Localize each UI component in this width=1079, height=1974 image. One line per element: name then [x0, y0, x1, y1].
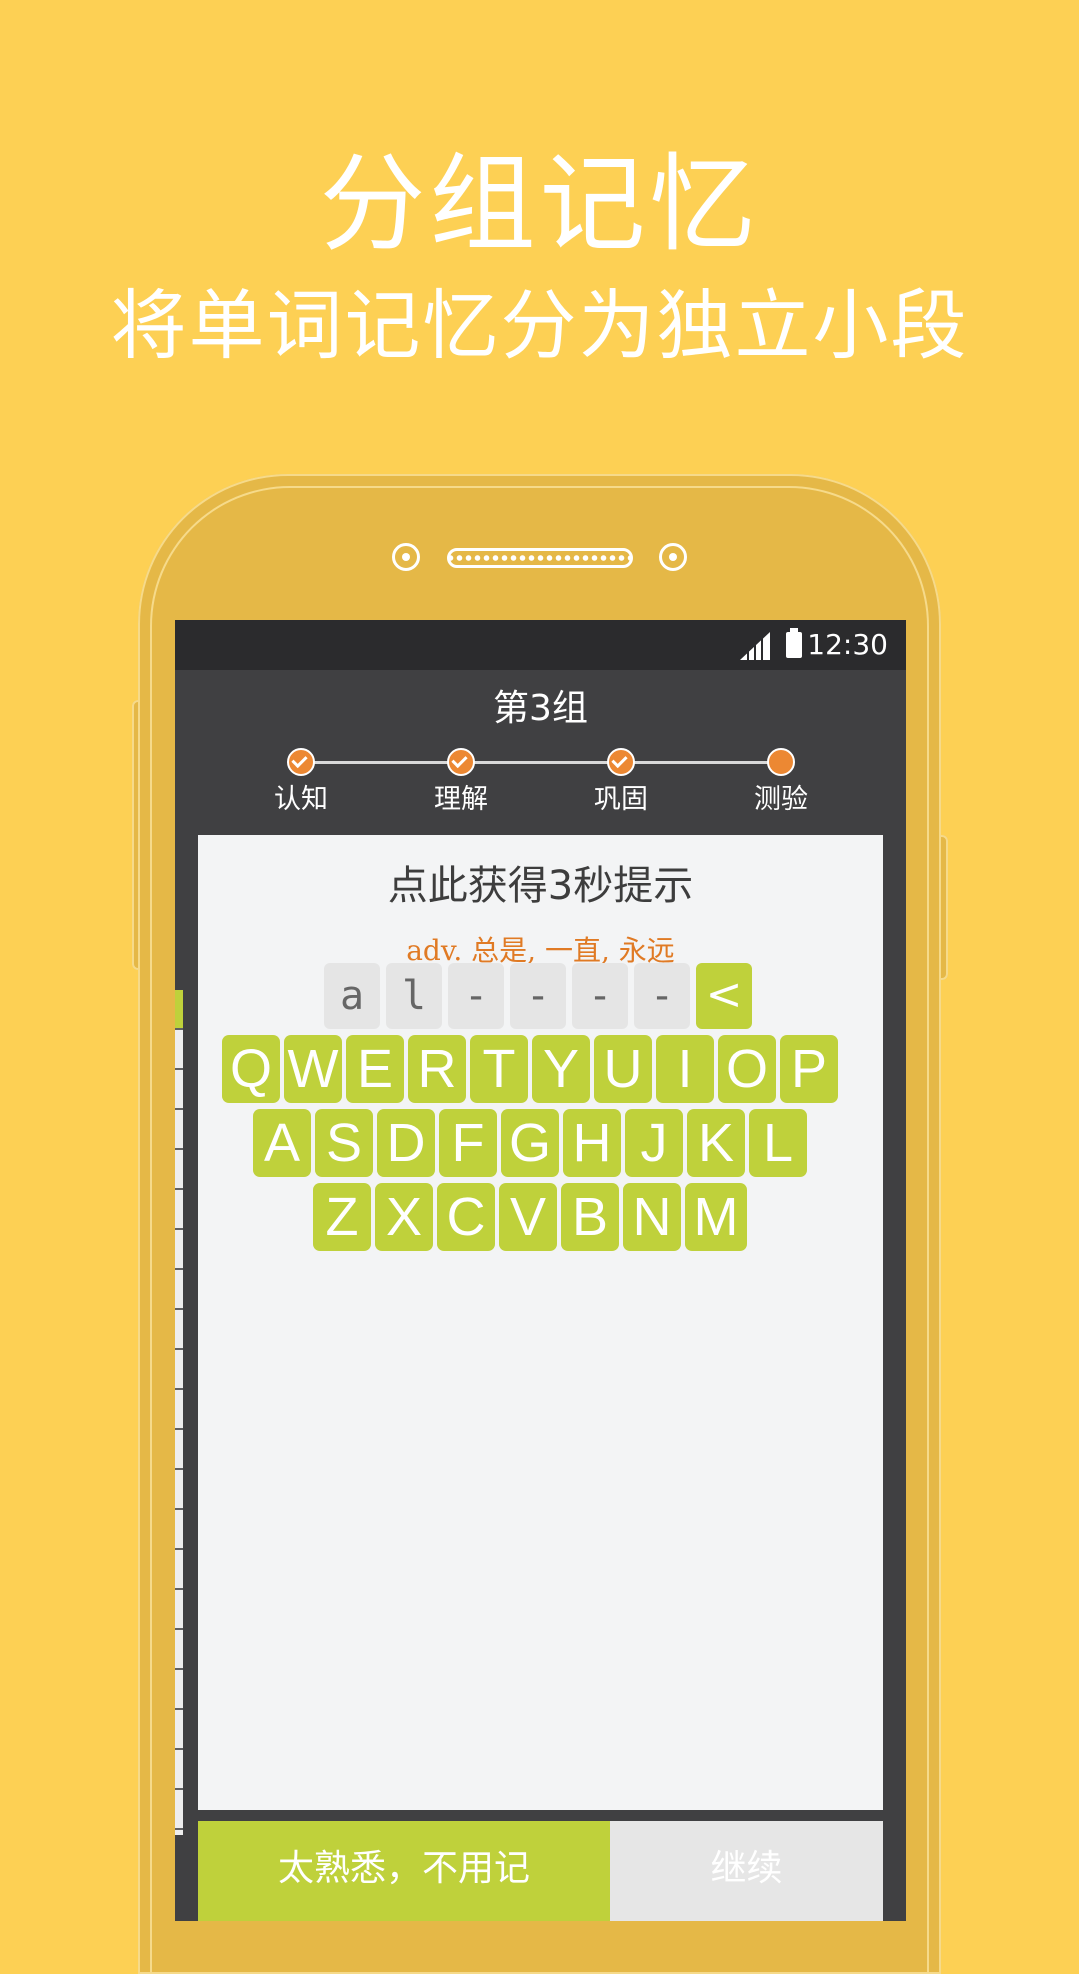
key-o[interactable]: O: [718, 1035, 776, 1103]
status-bar: 12:30: [175, 620, 906, 670]
answer-slot: -: [572, 963, 628, 1029]
keyboard-row-1: Q W E R T Y U I O P: [222, 1035, 838, 1103]
key-k[interactable]: K: [687, 1109, 745, 1177]
key-q[interactable]: Q: [222, 1035, 280, 1103]
key-z[interactable]: Z: [313, 1183, 371, 1251]
step-consolidate[interactable]: 巩固: [556, 748, 686, 818]
step-test[interactable]: 测验: [716, 748, 846, 818]
answer-slot: a: [324, 963, 380, 1029]
left-notebook-margin: [175, 990, 183, 1835]
key-e[interactable]: E: [346, 1035, 404, 1103]
speaker-grille: [447, 548, 633, 568]
key-h[interactable]: H: [563, 1109, 621, 1177]
key-n[interactable]: N: [623, 1183, 681, 1251]
key-v[interactable]: V: [499, 1183, 557, 1251]
key-b[interactable]: B: [561, 1183, 619, 1251]
too-familiar-button[interactable]: 太熟悉，不用记: [198, 1821, 610, 1921]
signal-icon: [740, 632, 770, 660]
backspace-key[interactable]: <: [696, 963, 752, 1029]
proximity-sensor-icon: [659, 543, 687, 571]
key-t[interactable]: T: [470, 1035, 528, 1103]
step-label: 理解: [434, 784, 488, 815]
key-w[interactable]: W: [284, 1035, 342, 1103]
key-d[interactable]: D: [377, 1109, 435, 1177]
key-s[interactable]: S: [315, 1109, 373, 1177]
key-u[interactable]: U: [594, 1035, 652, 1103]
answer-row: a l - - - - <: [324, 963, 752, 1029]
battery-icon: [786, 628, 802, 658]
phone-screen: 12:30 第3组 认知 理解 巩固 测验 点此获得3秒提示 adv. 总是, …: [175, 620, 906, 1921]
bottom-action-bar: 太熟悉，不用记 继续: [198, 1821, 883, 1921]
left-margin-accent: [175, 990, 183, 1028]
key-m[interactable]: M: [685, 1183, 747, 1251]
group-title: 第3组: [493, 688, 588, 729]
answer-slot: l: [386, 963, 442, 1029]
keyboard-row-3: Z X C V B N M: [313, 1183, 747, 1251]
step-label: 巩固: [594, 784, 648, 815]
key-a[interactable]: A: [253, 1109, 311, 1177]
front-camera-icon: [392, 543, 420, 571]
quiz-card: 点此获得3秒提示 adv. 总是, 一直, 永远 a l - - - - < Q…: [198, 835, 883, 1810]
key-x[interactable]: X: [375, 1183, 433, 1251]
key-i[interactable]: I: [656, 1035, 714, 1103]
check-icon: [447, 748, 475, 776]
step-label: 测验: [754, 784, 808, 815]
hint-button[interactable]: 点此获得3秒提示: [198, 861, 883, 911]
step-understand[interactable]: 理解: [396, 748, 526, 818]
key-c[interactable]: C: [437, 1183, 495, 1251]
promo-title: 分组记忆: [319, 143, 760, 266]
check-icon: [607, 748, 635, 776]
key-l[interactable]: L: [749, 1109, 807, 1177]
current-step-dot-icon: [767, 748, 795, 776]
step-label: 认知: [274, 784, 328, 815]
check-icon: [287, 748, 315, 776]
progress-track: [301, 761, 781, 764]
key-f[interactable]: F: [439, 1109, 497, 1177]
answer-slot: -: [634, 963, 690, 1029]
key-p[interactable]: P: [780, 1035, 838, 1103]
answer-slot: -: [510, 963, 566, 1029]
keyboard-row-2: A S D F G H J K L: [253, 1109, 807, 1177]
continue-button[interactable]: 继续: [610, 1821, 883, 1921]
status-time: 12:30: [807, 628, 888, 661]
key-y[interactable]: Y: [532, 1035, 590, 1103]
step-recognize[interactable]: 认知: [236, 748, 366, 818]
key-g[interactable]: G: [501, 1109, 559, 1177]
promo-subtitle: 将单词记忆分为独立小段: [110, 281, 969, 370]
key-r[interactable]: R: [408, 1035, 466, 1103]
key-j[interactable]: J: [625, 1109, 683, 1177]
answer-slot: -: [448, 963, 504, 1029]
